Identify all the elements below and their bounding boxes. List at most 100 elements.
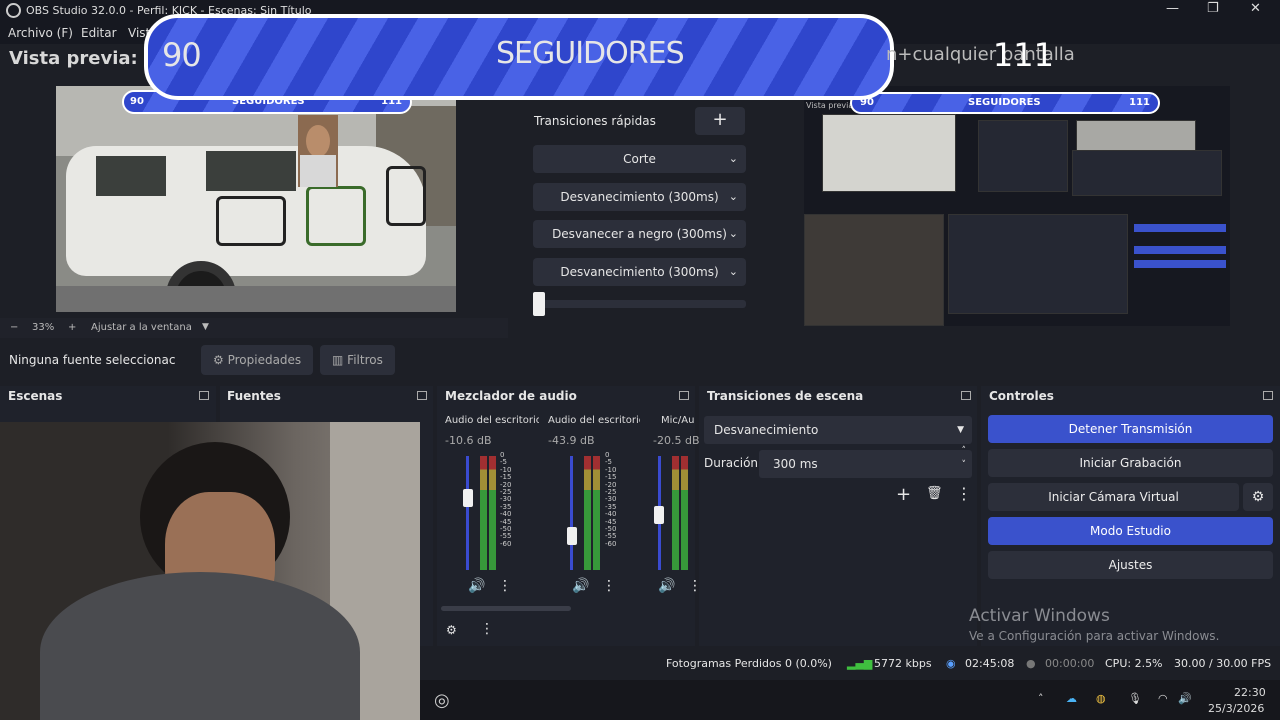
program-preview: Vista previa: C (804, 86, 1230, 326)
float-dock-icon[interactable] (417, 391, 427, 400)
transition-slider-handle[interactable] (533, 292, 545, 316)
stream-live-icon: ◉ (946, 657, 956, 670)
controls-title: Controles (989, 389, 1054, 403)
chevron-down-icon: ⌄ (728, 190, 738, 203)
mixer-settings-icon[interactable]: ⚙ (446, 623, 457, 637)
clock-date[interactable]: 25/3/2026 (1208, 702, 1264, 715)
meter-scale: 0 -5 -10 -15 -20 -25 -30 -35 -40 -45 -50 -55 -60 (605, 451, 617, 548)
minimize-icon[interactable]: — (1166, 1, 1179, 16)
mixer-channel-name: Mic/Au (661, 415, 695, 426)
quick-transitions-label: Transiciones rápidas (534, 114, 656, 128)
clock-time[interactable]: 22:30 (1234, 686, 1266, 699)
start-virtual-camera-button[interactable]: Iniciar Cámara Virtual (988, 483, 1239, 511)
transition-slider[interactable] (533, 300, 746, 308)
preview-canvas[interactable] (56, 86, 456, 312)
delete-transition-icon[interactable]: 🗑 (926, 486, 943, 501)
quick-transition-fade[interactable]: Desvanecimiento (300ms) ⌄ (533, 183, 746, 211)
more-options-icon[interactable]: ⋮ (498, 578, 512, 594)
follower-banner: 90 SEGUIDORES n+cualquier pantalla 111 (144, 14, 1075, 100)
transition-select[interactable]: Desvanecimiento ▼ (704, 416, 972, 444)
menu-edit[interactable]: Editar (81, 26, 117, 40)
virtual-camera-settings-icon[interactable]: ⚙ (1243, 483, 1273, 511)
add-quick-transition-button[interactable]: + (695, 107, 745, 135)
speaker-icon[interactable]: 🔊 (468, 578, 485, 594)
taskbar: ◎ ˄ ☁ ◍ 🎙 ◠ 🔊 22:30 25/3/2026 (420, 680, 1280, 720)
follower-count-left: 90 (162, 36, 202, 74)
mixer-channel-db: -10.6 dB (445, 434, 492, 447)
mixer-channel-name: Audio del escritorio (548, 415, 640, 426)
quick-transition-cut[interactable]: Corte ⌄ (533, 145, 746, 173)
transition-menu-icon[interactable]: ⋮ (956, 484, 972, 503)
onedrive-icon[interactable]: ☁ (1066, 692, 1077, 705)
dropped-frames: Fotogramas Perdidos 0 (0.0%) (666, 657, 832, 670)
dropdown-arrow-icon: ▼ (957, 425, 964, 435)
close-icon[interactable]: ✕ (1250, 1, 1261, 16)
volume-fader[interactable] (570, 456, 573, 570)
volume-icon[interactable]: 🔊 (1178, 692, 1192, 705)
float-dock-icon[interactable] (961, 391, 971, 400)
start-recording-button[interactable]: Iniciar Grabación (988, 449, 1273, 477)
obs-taskbar-icon[interactable]: ◎ (434, 690, 450, 711)
preview-facecam (298, 115, 338, 187)
more-options-icon[interactable]: ⋮ (688, 578, 702, 594)
volume-meter (584, 456, 591, 570)
volume-meter (489, 456, 496, 570)
volume-meter (672, 456, 679, 570)
filters-button[interactable]: ▥ Filtros (320, 345, 395, 375)
activate-windows-title: Activar Windows (969, 606, 1110, 626)
volume-meter (593, 456, 600, 570)
bitrate: 5772 kbps (874, 657, 932, 670)
properties-button[interactable]: ⚙ Propiedades (201, 345, 314, 375)
menu-file[interactable]: Archivo (F) (8, 26, 73, 40)
record-time: 00:00:00 (1045, 657, 1095, 670)
more-options-icon[interactable]: ⋮ (602, 578, 616, 594)
float-dock-icon[interactable] (679, 391, 689, 400)
add-transition-icon[interactable]: + (896, 484, 911, 505)
zoom-in-icon[interactable]: + (68, 322, 76, 333)
meter-scale: 0 -5 -10 -15 -20 -25 -30 -35 -40 -45 -50 -55 -60 (500, 451, 512, 548)
tray-chevron-icon[interactable]: ˄ (1038, 692, 1044, 705)
wifi-icon[interactable]: ◠ (1158, 692, 1168, 705)
gear-icon: ⚙ (213, 353, 224, 367)
fit-window-label: Ajustar a la ventana (91, 322, 192, 333)
facecam-overlay (0, 422, 420, 720)
float-dock-icon[interactable] (199, 391, 209, 400)
activate-windows-subtitle: Ve a Configuración para activar Windows. (969, 629, 1220, 643)
microphone-icon[interactable]: 🎙 (1128, 692, 1142, 705)
zoom-bar: − 33% + Ajustar a la ventana ▼ (0, 318, 508, 338)
sources-title: Fuentes (227, 389, 281, 403)
quick-transition-fade-black[interactable]: Desvanecer a negro (300ms) ⌄ (533, 220, 746, 248)
chevron-down-icon: ⌄ (728, 152, 738, 165)
duration-label: Duración (704, 456, 759, 470)
spin-icon: ˄ ˅ (961, 446, 967, 470)
volume-fader-handle[interactable] (463, 489, 473, 507)
speaker-icon[interactable]: 🔊 (658, 578, 675, 594)
maximize-icon[interactable]: ❐ (1207, 1, 1219, 16)
studio-mode-button[interactable]: Modo Estudio (988, 517, 1273, 545)
scenes-title: Escenas (8, 389, 63, 403)
volume-fader[interactable] (466, 456, 469, 570)
mixer-title: Mezclador de audio (445, 389, 577, 403)
obs-window: OBS Studio 32.0.0 - Perfil: KICK - Escen… (0, 0, 1280, 720)
float-dock-icon[interactable] (1263, 391, 1273, 400)
no-source-label: Ninguna fuente seleccionac (9, 353, 176, 367)
chrome-icon[interactable]: ◍ (1096, 692, 1106, 705)
zoom-out-icon[interactable]: − (10, 322, 18, 333)
properties-bar (0, 342, 1280, 378)
stop-stream-button[interactable]: Detener Transmisión (988, 415, 1273, 443)
volume-fader-handle[interactable] (567, 527, 577, 545)
settings-button[interactable]: Ajustes (988, 551, 1273, 579)
quick-transition-fade-2[interactable]: Desvanecimiento (300ms) ⌄ (533, 258, 746, 286)
stream-time: 02:45:08 (965, 657, 1015, 670)
volume-fader-handle[interactable] (654, 506, 664, 524)
status-bar: Fotogramas Perdidos 0 (0.0%) ▂▄▆ 5772 kb… (420, 650, 1280, 678)
obs-logo-icon (6, 3, 21, 18)
mixer-scrollbar[interactable] (441, 606, 571, 611)
speaker-icon[interactable]: 🔊 (572, 578, 589, 594)
duration-spinbox[interactable]: 300 ms ˄ ˅ (759, 446, 972, 478)
zoom-dropdown-icon[interactable]: ▼ (202, 322, 209, 332)
fps: 30.00 / 30.00 FPS (1174, 657, 1272, 670)
mixer-menu-icon[interactable]: ⋮ (480, 621, 494, 637)
transitions-title: Transiciones de escena (707, 389, 864, 403)
follower-label: SEGUIDORES (496, 36, 685, 71)
